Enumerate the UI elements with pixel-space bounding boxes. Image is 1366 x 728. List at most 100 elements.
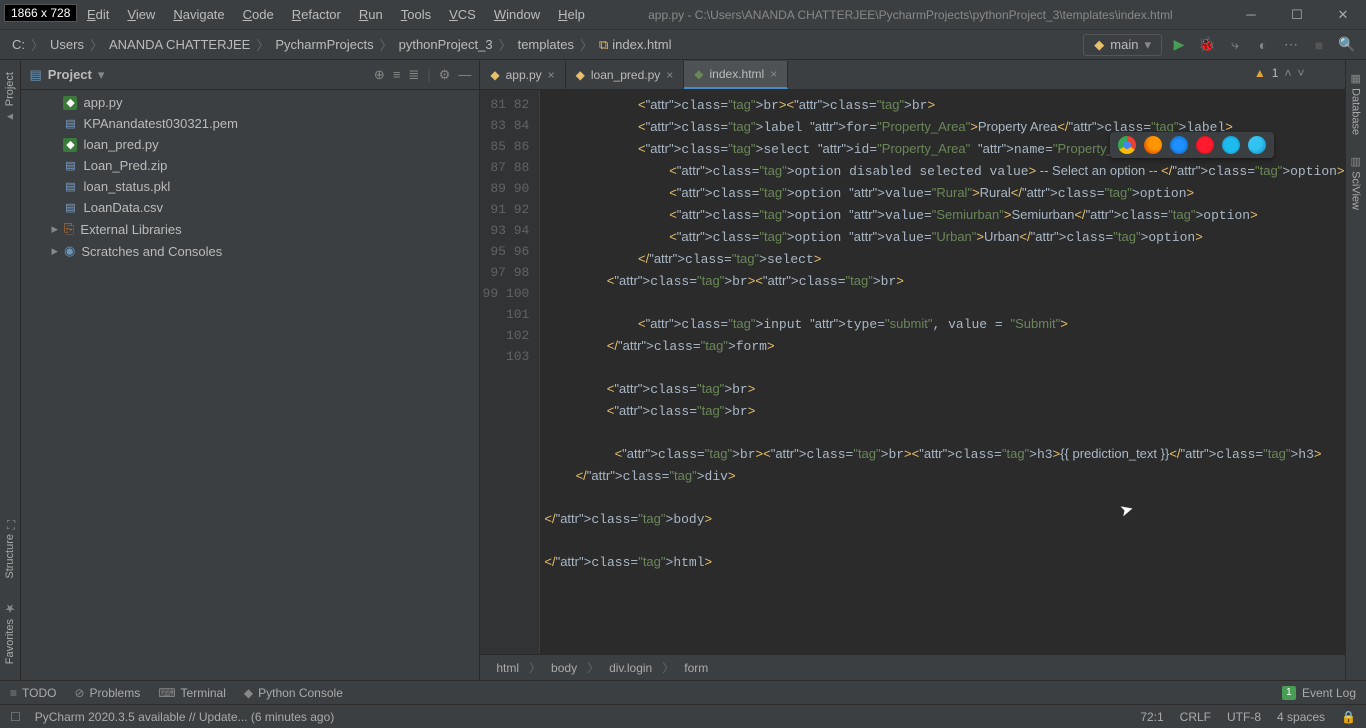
chevron-right-icon: 〉 bbox=[587, 659, 599, 676]
bottom-tool-todo[interactable]: ≡TODO bbox=[10, 686, 56, 700]
collapse-all-icon[interactable]: ≣ bbox=[408, 67, 419, 83]
attach-button[interactable]: ⋯ bbox=[1280, 34, 1302, 56]
bottom-tool-problems[interactable]: ⊘Problems bbox=[74, 686, 140, 700]
editor-tab-index.html[interactable]: ◆index.html× bbox=[684, 61, 788, 89]
expand-all-icon[interactable]: ≡ bbox=[393, 67, 401, 83]
python-file-icon: ◆ bbox=[63, 138, 77, 152]
python-icon: ◆ bbox=[1094, 37, 1104, 53]
profile-button[interactable]: ◐ bbox=[1252, 34, 1274, 56]
breadcrumb-segment[interactable]: ANANDA CHATTERJEE bbox=[105, 35, 254, 54]
tree-root-external-libraries[interactable]: ▸⎘External Libraries bbox=[21, 218, 479, 240]
status-cell[interactable]: 4 spaces bbox=[1277, 710, 1325, 724]
python-file-icon: ◆ bbox=[63, 96, 77, 110]
tree-root-scratches-and-consoles[interactable]: ▸◉Scratches and Consoles bbox=[21, 240, 479, 262]
hide-icon[interactable]: — bbox=[458, 67, 471, 83]
tool-label: Problems bbox=[90, 686, 141, 700]
editor-breadcrumbs[interactable]: html〉body〉div.login〉form bbox=[480, 654, 1344, 680]
editor-tab-loan_pred.py[interactable]: ◆loan_pred.py× bbox=[566, 61, 685, 89]
tool-tab-database[interactable]: ▦ Database bbox=[1349, 66, 1362, 141]
bottom-tool-terminal[interactable]: ⌨Terminal bbox=[158, 686, 226, 700]
inspection-summary[interactable]: ▲ 1 ˄ ˅ bbox=[1254, 66, 1305, 80]
tree-item-label: KPAnandatest030321.pem bbox=[83, 116, 237, 131]
editor-crumb[interactable]: div.login bbox=[609, 661, 652, 675]
editor-body[interactable]: 81 82 83 84 85 86 87 88 89 90 91 92 93 9… bbox=[480, 90, 1344, 654]
settings-icon[interactable]: ⚙ bbox=[439, 67, 451, 83]
breadcrumb-segment[interactable]: C: bbox=[8, 35, 29, 54]
status-message[interactable]: PyCharm 2020.3.5 available // Update... … bbox=[35, 710, 335, 724]
maximize-button[interactable]: ☐ bbox=[1274, 0, 1320, 30]
close-tab-icon[interactable]: × bbox=[770, 67, 777, 81]
folder-icon: ▸ bbox=[3, 110, 17, 124]
menu-help[interactable]: Help bbox=[550, 3, 593, 26]
select-opened-file-icon[interactable]: ⊕ bbox=[374, 67, 385, 83]
status-cell[interactable]: UTF-8 bbox=[1227, 710, 1261, 724]
code-content[interactable]: <"attr">class="tag">br><"attr">class="ta… bbox=[540, 90, 1344, 654]
tree-file-loan_pred.py[interactable]: ◆loan_pred.py bbox=[21, 134, 479, 155]
run-coverage-button[interactable]: ⤷ bbox=[1224, 34, 1246, 56]
editor-tab-app.py[interactable]: ◆app.py× bbox=[480, 61, 565, 89]
breadcrumb-segment[interactable]: PycharmProjects bbox=[271, 35, 377, 54]
opera-icon[interactable] bbox=[1196, 136, 1214, 154]
close-button[interactable]: ✕ bbox=[1320, 0, 1366, 30]
bottom-tool-python-console[interactable]: ◆Python Console bbox=[244, 686, 343, 700]
star-icon: ★ bbox=[3, 601, 17, 615]
close-tab-icon[interactable]: × bbox=[666, 68, 673, 82]
menu-run[interactable]: Run bbox=[351, 3, 391, 26]
menu-view[interactable]: View bbox=[119, 3, 163, 26]
minimize-button[interactable]: ─ bbox=[1228, 0, 1274, 30]
menu-edit[interactable]: Edit bbox=[79, 3, 117, 26]
editor-crumb[interactable]: form bbox=[684, 661, 708, 675]
event-log-button[interactable]: Event Log bbox=[1302, 686, 1356, 700]
prev-highlight-icon[interactable]: ˄ bbox=[1284, 66, 1291, 80]
tool-tab-project[interactable]: ▸Project bbox=[3, 66, 17, 130]
menu-window[interactable]: Window bbox=[486, 3, 548, 26]
main-menu: FileEditViewNavigateCodeRefactorRunTools… bbox=[40, 3, 593, 26]
left-tool-gutter: ▸Project Structure⛶ Favorites★ bbox=[0, 60, 21, 680]
status-cell[interactable]: CRLF bbox=[1180, 710, 1211, 724]
close-tab-icon[interactable]: × bbox=[548, 68, 555, 82]
tool-tab-sciview[interactable]: ▥ SciView bbox=[1349, 149, 1362, 216]
next-highlight-icon[interactable]: ˅ bbox=[1298, 66, 1305, 80]
breadcrumb-segment[interactable]: templates bbox=[514, 35, 578, 54]
run-button[interactable]: ▶ bbox=[1168, 34, 1190, 56]
tab-label: app.py bbox=[506, 68, 542, 82]
ie-icon[interactable] bbox=[1222, 136, 1240, 154]
breadcrumb-segment[interactable]: pythonProject_3 bbox=[395, 35, 497, 54]
breadcrumb-segment[interactable]: Users bbox=[46, 35, 88, 54]
warning-count: 1 bbox=[1272, 66, 1279, 80]
tree-file-KPAnandatest030321.pem[interactable]: ▤ KPAnandatest030321.pem bbox=[21, 113, 479, 134]
py-file-icon: ◆ bbox=[576, 68, 585, 82]
status-cell[interactable]: 72:1 bbox=[1140, 710, 1163, 724]
file-icon: ▤ bbox=[63, 117, 77, 131]
menu-refactor[interactable]: Refactor bbox=[284, 3, 349, 26]
menu-code[interactable]: Code bbox=[235, 3, 282, 26]
tool-window-toggle-icon[interactable]: ☐ bbox=[10, 710, 21, 724]
menu-tools[interactable]: Tools bbox=[393, 3, 439, 26]
menu-vcs[interactable]: VCS bbox=[441, 3, 484, 26]
editor-crumb[interactable]: body bbox=[551, 661, 577, 675]
tree-file-LoanData.csv[interactable]: ▤LoanData.csv bbox=[21, 197, 479, 218]
chevron-down-icon: ▾ bbox=[1144, 37, 1151, 53]
lock-icon[interactable]: 🔒 bbox=[1341, 710, 1356, 724]
safari-icon[interactable] bbox=[1170, 136, 1188, 154]
chevron-down-icon[interactable]: ▾ bbox=[98, 67, 105, 83]
breadcrumb-segment[interactable]: ⧉ index.html bbox=[595, 35, 676, 55]
debug-button[interactable]: 🐞 bbox=[1196, 34, 1218, 56]
firefox-icon[interactable] bbox=[1144, 136, 1162, 154]
tree-file-loan_status.pkl[interactable]: ▤loan_status.pkl bbox=[21, 176, 479, 197]
project-tree[interactable]: ◆app.py ▤ KPAnandatest030321.pem ◆loan_pred… bbox=[21, 90, 479, 680]
chevron-right-icon: 〉 bbox=[31, 35, 44, 54]
menu-navigate[interactable]: Navigate bbox=[165, 3, 232, 26]
titlebar: 1866 x 728 FileEditViewNavigateCodeRefac… bbox=[0, 0, 1366, 30]
path-breadcrumbs[interactable]: C:〉Users〉ANANDA CHATTERJEE〉PycharmProjec… bbox=[8, 35, 676, 55]
editor-crumb[interactable]: html bbox=[496, 661, 519, 675]
stop-button[interactable]: ■ bbox=[1308, 34, 1330, 56]
chrome-icon[interactable] bbox=[1118, 136, 1136, 154]
tree-file-Loan_Pred.zip[interactable]: ▤Loan_Pred.zip bbox=[21, 155, 479, 176]
run-configuration-selector[interactable]: ◆ main ▾ bbox=[1083, 34, 1162, 56]
tree-file-app.py[interactable]: ◆app.py bbox=[21, 92, 479, 113]
search-everywhere-button[interactable]: 🔍 bbox=[1336, 34, 1358, 56]
tool-tab-structure[interactable]: Structure⛶ bbox=[3, 512, 17, 585]
edge-icon[interactable] bbox=[1248, 136, 1266, 154]
tool-tab-favorites[interactable]: Favorites★ bbox=[3, 595, 17, 670]
